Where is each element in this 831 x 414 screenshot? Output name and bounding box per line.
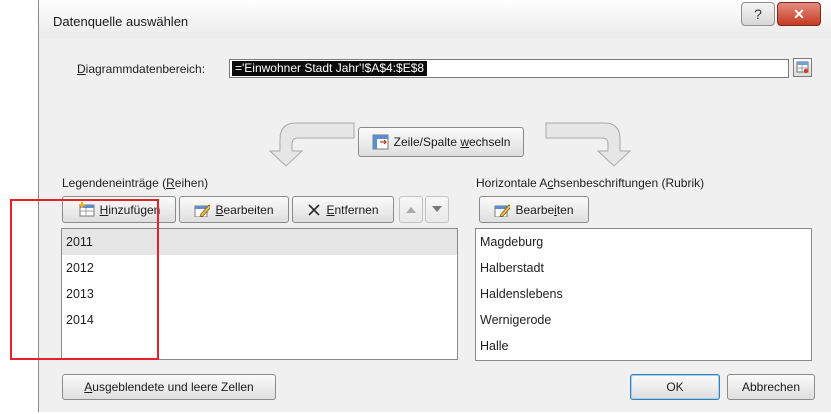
close-button[interactable]: ✕ (777, 2, 821, 26)
collapse-dialog-button[interactable] (793, 58, 812, 77)
add-series-button[interactable]: Hinzufügen (62, 196, 176, 223)
range-picker-icon (796, 61, 809, 74)
help-button[interactable]: ? (741, 2, 775, 26)
axis-labels-heading: Horizontale Achsenbeschriftungen (Rubrik… (476, 176, 704, 190)
category-list-item[interactable]: Wernigerode (476, 307, 811, 333)
series-list[interactable]: 2011 2012 2013 2014 (61, 228, 458, 360)
hidden-empty-cells-label: Ausgeblendete und leere Zellen (84, 380, 253, 394)
edit-axis-label-part: ten (556, 202, 574, 217)
switch-row-column-label: Zeile/Spalte wechseln (394, 135, 511, 149)
series-list-item[interactable]: 2014 (62, 307, 457, 333)
switch-label-part: echseln (469, 135, 511, 149)
axis-heading-part: hsenbeschriftungen (Rubrik) (553, 176, 705, 190)
close-icon: ✕ (793, 5, 805, 22)
chart-data-range-value: ='Einwohner Stadt Jahr'!$A$4:$E$8 (232, 61, 428, 76)
select-data-source-dialog: Datenquelle auswählen ? ✕ Diagrammdatenb… (38, 0, 831, 412)
switch-label-part: Zeile/Spalte (393, 135, 461, 149)
edit-axis-labels-button[interactable]: Bearbeiten (479, 196, 589, 223)
ok-label: OK (666, 380, 684, 394)
add-series-accesskey: H (99, 202, 109, 217)
chart-data-range-label-accesskey: D (77, 62, 86, 76)
edit-axis-label-part: Bearbe (515, 202, 555, 217)
chart-data-range-label: Diagrammdatenbereich: (77, 62, 205, 76)
arrow-up-icon (406, 207, 416, 213)
hidden-cells-label-rest: usgeblendete und leere Zellen (92, 380, 254, 394)
category-list[interactable]: Magdeburg Halberstadt Haldenslebens Wernige… (475, 228, 812, 361)
switch-row-column-button[interactable]: Zeile/Spalte wechseln (358, 127, 524, 157)
cancel-label: Abbrechen (741, 380, 801, 394)
category-list-item[interactable]: Magdeburg (476, 229, 811, 255)
series-list-item[interactable]: 2013 (62, 281, 457, 307)
edit-axis-labels-label: Bearbeiten (515, 203, 573, 217)
add-series-icon (78, 202, 95, 217)
axis-heading-part: Horizontale A (476, 176, 548, 190)
series-list-item[interactable]: 2012 (62, 255, 457, 281)
remove-x-icon (308, 203, 321, 216)
chart-data-range-label-text: iagrammdatenbereich: (85, 62, 206, 76)
hidden-empty-cells-button[interactable]: Ausgeblendete und leere Zellen (62, 374, 276, 400)
category-list-item[interactable]: Halberstadt (476, 255, 811, 281)
edit-pencil-icon (494, 203, 511, 217)
switch-label-accesskey: w (460, 135, 469, 149)
edit-series-button[interactable]: Bearbeiten (179, 196, 289, 223)
remove-series-label: Entfernen (326, 203, 378, 217)
add-series-label-rest: inzufügen (108, 202, 161, 217)
switch-row-column-icon (372, 134, 389, 150)
edit-pencil-icon (194, 203, 211, 217)
chart-data-range-input[interactable]: ='Einwohner Stadt Jahr'!$A$4:$E$8 (229, 59, 789, 78)
category-list-item[interactable]: Haldenslebens (476, 281, 811, 307)
curved-arrow-right-icon (545, 122, 632, 167)
curved-arrow-left-icon (268, 122, 355, 167)
dialog-title: Datenquelle auswählen (53, 14, 189, 29)
cancel-button[interactable]: Abbrechen (727, 374, 815, 400)
category-list-item[interactable]: Halle (476, 333, 811, 359)
move-up-button[interactable] (399, 196, 423, 223)
help-icon: ? (754, 6, 762, 22)
remove-series-label-rest: ntfernen (334, 202, 379, 217)
add-series-label: Hinzufügen (100, 203, 161, 217)
move-down-button[interactable] (425, 196, 449, 223)
title-bar: Datenquelle auswählen ? ✕ (39, 0, 831, 38)
series-list-item[interactable]: 2011 (62, 229, 457, 255)
arrow-down-icon (432, 206, 442, 212)
edit-series-label-rest: earbeiten (223, 202, 274, 217)
legend-heading-accesskey: R (166, 176, 175, 190)
edit-series-label: Bearbeiten (215, 203, 273, 217)
legend-entries-heading: Legendeneinträge (Reihen) (62, 176, 208, 190)
remove-series-button[interactable]: Entfernen (292, 196, 394, 223)
ok-button[interactable]: OK (630, 374, 720, 400)
legend-heading-part: eihen) (174, 176, 209, 190)
legend-heading-part: Legendeneinträge ( (62, 176, 167, 190)
